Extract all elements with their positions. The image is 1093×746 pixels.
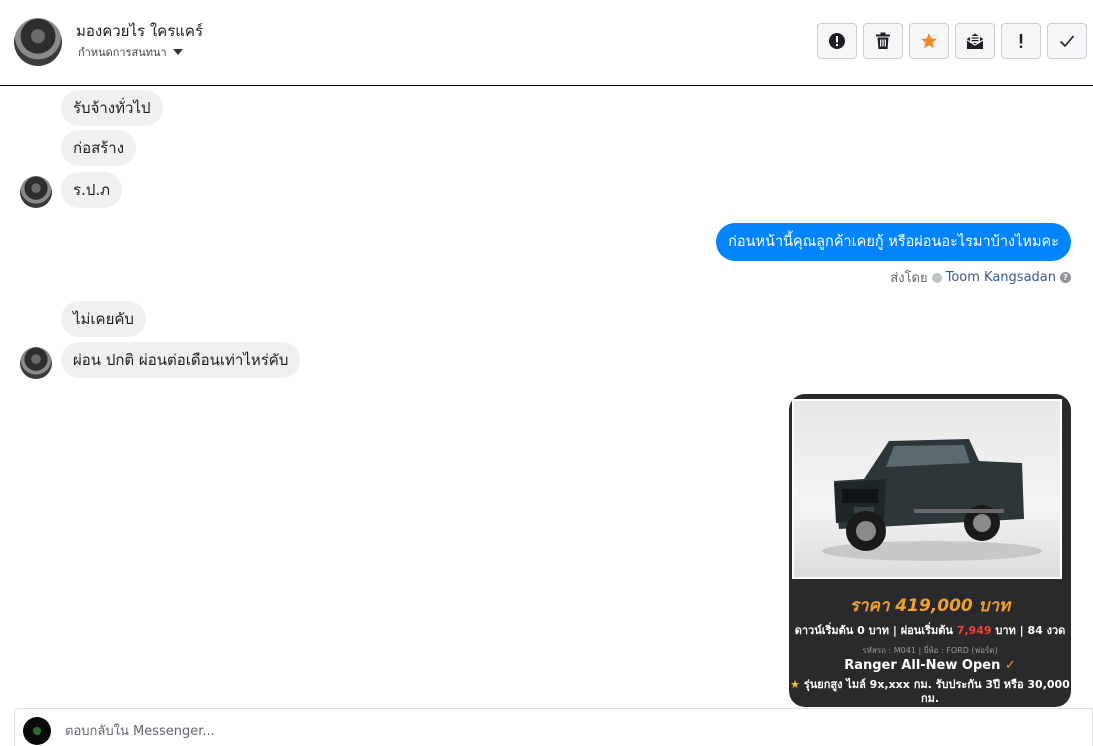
sender-name-link[interactable]: Toom Kangsadan xyxy=(946,270,1056,285)
checkmark-icon xyxy=(1059,35,1075,48)
installment-amount: 7,949 xyxy=(956,624,992,637)
installment-terms: บาท | 84 งวด xyxy=(995,624,1066,637)
mark-unread-button[interactable] xyxy=(955,23,995,59)
reply-composer xyxy=(14,708,1093,746)
page-avatar xyxy=(23,717,51,745)
incoming-message: ร.ป.ภ xyxy=(61,172,123,208)
message-thread[interactable]: รับจ้างทั่วไป ก่อสร้าง ร.ป.ภ ก่อนหน้านี้… xyxy=(0,87,1093,707)
delete-button[interactable] xyxy=(863,23,903,59)
pickup-truck-photo xyxy=(792,399,1062,579)
incoming-message: ก่อสร้าง xyxy=(61,130,137,166)
trash-icon xyxy=(876,32,890,49)
star-bullet-icon: ★ xyxy=(790,678,801,691)
pickup-truck-illustration xyxy=(822,439,1042,561)
sent-by-info: ส่งโดย Toom Kangsadan ? xyxy=(890,267,1071,288)
important-button[interactable] xyxy=(1001,23,1041,59)
mark-unread-icon xyxy=(966,33,984,49)
car-details: ★ รุ่นยกสูง ไมล์ 9x,xxx กม. รับประกัน 3ป… xyxy=(789,678,1071,706)
verified-icon: ✓ xyxy=(1004,658,1016,673)
mark-done-button[interactable] xyxy=(1047,23,1087,59)
car-listing-image[interactable]: ราคา 419,000 บาท ดาวน์เริ่มต้น 0 บาท | ผ… xyxy=(789,394,1071,707)
reply-input[interactable] xyxy=(63,719,967,743)
conversation-toolbar xyxy=(817,23,1087,59)
contact-avatar[interactable] xyxy=(20,176,52,208)
down-payment-text: ดาวน์เริ่มต้น 0 บาท | ผ่อนเริ่มต้น xyxy=(794,624,953,637)
report-spam-button[interactable] xyxy=(817,23,857,59)
caret-down-icon xyxy=(172,49,183,55)
sent-check-icon xyxy=(931,272,942,283)
star-icon xyxy=(921,33,937,49)
contact-avatar[interactable] xyxy=(20,347,52,379)
exclamation-icon xyxy=(1019,34,1023,48)
incoming-message: ไม่เคยคับ xyxy=(61,301,146,337)
car-meta: รหัสรถ : M041 | ยี่ห้อ : FORD (ฟอร์ด) xyxy=(862,646,998,655)
contact-avatar[interactable] xyxy=(14,18,62,66)
car-model-name: Ranger All-New Open xyxy=(844,658,1001,673)
outgoing-message: ก่อนหน้านี้คุณลูกค้าเคยกู้ หรือผ่อนอะไรม… xyxy=(716,223,1071,261)
star-button[interactable] xyxy=(909,23,949,59)
incoming-message: ผ่อน ปกติ ผ่อนต่อเดือนเท่าไหร่คับ xyxy=(61,342,301,378)
car-price: ราคา 419,000 บาท xyxy=(849,596,1011,616)
car-details-text: รุ่นยกสูง ไมล์ 9x,xxx กม. รับประกัน 3ปี … xyxy=(803,678,1070,705)
conversation-schedule-label: กำหนดการสนทนา xyxy=(78,46,167,59)
incoming-message: รับจ้างทั่วไป xyxy=(61,90,163,126)
contact-name[interactable]: มองควยไร ใครแคร์ xyxy=(76,19,203,43)
conversation-schedule-dropdown[interactable]: กำหนดการสนทนา xyxy=(78,43,183,61)
alert-circle-icon xyxy=(829,33,845,49)
conversation-header: มองควยไร ใครแคร์ กำหนดการสนทนา xyxy=(0,0,1093,86)
sent-by-label: ส่งโดย xyxy=(890,271,928,286)
help-icon[interactable]: ? xyxy=(1060,272,1071,283)
car-payment-terms: ดาวน์เริ่มต้น 0 บาท | ผ่อนเริ่มต้น 7,949… xyxy=(789,621,1071,639)
car-model: Ranger All-New Open ✓ xyxy=(789,658,1071,673)
